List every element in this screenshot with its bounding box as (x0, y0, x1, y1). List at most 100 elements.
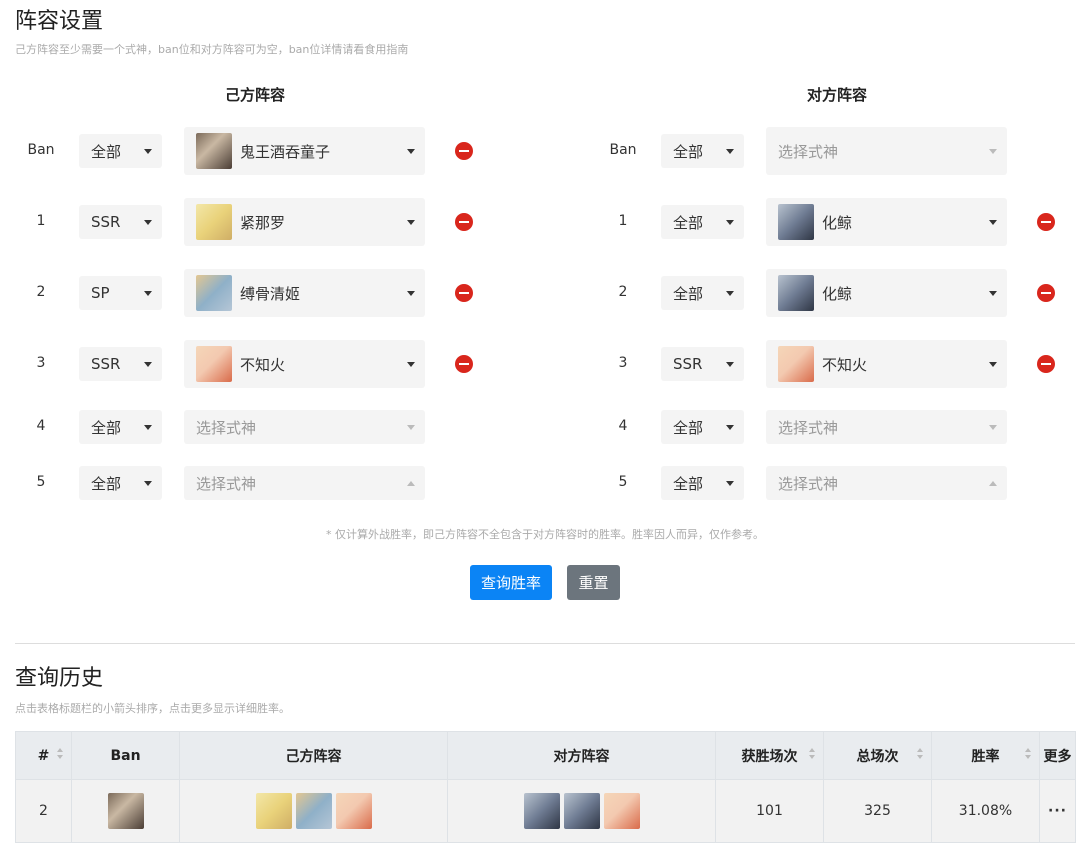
col-wins-label: 获胜场次 (741, 748, 798, 765)
huajing-avatar (523, 793, 560, 829)
chevron-down-icon (407, 149, 415, 154)
col-index-label: # (37, 747, 50, 764)
row-label: 3 (618, 355, 628, 371)
shikigami-select-value: 化鲸 (822, 284, 853, 303)
chevron-down-icon (407, 220, 415, 225)
row-label: 1 (618, 213, 628, 229)
rarity-select[interactable]: 全部 (661, 205, 744, 239)
kiyohime-avatar (196, 275, 232, 311)
rarity-select-value: SSR (91, 213, 121, 231)
chevron-down-icon (144, 291, 152, 296)
shikigami-select[interactable]: 化鲸 (766, 269, 1007, 317)
col-index[interactable]: # (15, 731, 72, 780)
rarity-select[interactable]: 全部 (661, 134, 744, 168)
chevron-down-icon (407, 291, 415, 296)
kiyohime-avatar (295, 793, 332, 829)
rarity-select-value: 全部 (673, 213, 704, 232)
remove-icon[interactable] (455, 284, 473, 302)
query-winrate-button[interactable]: 查询胜率 (470, 565, 552, 600)
shikigami-select[interactable]: 化鲸 (766, 198, 1007, 246)
shikigami-select-value: 化鲸 (822, 213, 853, 232)
rarity-select-value: SP (91, 284, 110, 302)
row-label: 5 (36, 474, 46, 490)
chevron-down-icon (726, 220, 734, 225)
rarity-select[interactable]: SSR (79, 205, 162, 239)
shikigami-select-value: 选择式神 (778, 474, 839, 493)
chevron-down-icon (726, 481, 734, 486)
shikigami-select[interactable]: 选择式神 (184, 410, 425, 444)
rarity-select[interactable]: SP (79, 276, 162, 310)
history-hint: 点击表格标题栏的小箭头排序，点击更多显示详细胜率。 (15, 702, 290, 715)
remove-icon[interactable] (1037, 284, 1055, 302)
rarity-select[interactable]: SSR (79, 347, 162, 381)
remove-icon[interactable] (1037, 213, 1055, 231)
chevron-down-icon (989, 362, 997, 367)
shikigami-select-value: 选择式神 (778, 418, 839, 437)
row-label: 4 (36, 418, 46, 434)
reset-button[interactable]: 重置 (567, 565, 620, 600)
huajing-avatar (778, 204, 814, 240)
cell-index: 2 (15, 779, 72, 843)
chevron-down-icon (144, 362, 152, 367)
shikigami-select[interactable]: 紧那罗 (184, 198, 425, 246)
remove-icon[interactable] (455, 142, 473, 160)
rarity-select[interactable]: 全部 (79, 134, 162, 168)
col-total[interactable]: 总场次 (823, 731, 932, 780)
chevron-down-icon (726, 291, 734, 296)
chevron-down-icon (989, 291, 997, 296)
row-label: Ban (609, 142, 637, 158)
col-rate-label: 胜率 (971, 748, 1000, 765)
shikigami-select[interactable]: 选择式神 (766, 466, 1007, 500)
cell-rate: 31.08% (931, 779, 1040, 843)
shikigami-select[interactable]: 鬼王酒吞童子 (184, 127, 425, 175)
col-wins[interactable]: 获胜场次 (715, 731, 824, 780)
rarity-select[interactable]: 全部 (661, 466, 744, 500)
section-divider (15, 643, 1075, 644)
chevron-down-icon (144, 220, 152, 225)
shikigami-select[interactable]: 不知火 (184, 340, 425, 388)
shikigami-select[interactable]: 不知火 (766, 340, 1007, 388)
own-lineup-header: 己方阵容 (224, 86, 285, 104)
chevron-down-icon (144, 425, 152, 430)
cell-own-lineup (179, 779, 448, 843)
shikigami-select[interactable]: 选择式神 (766, 127, 1007, 175)
shiranui-avatar (196, 346, 232, 382)
rarity-select[interactable]: 全部 (661, 410, 744, 444)
rarity-select-value: 全部 (673, 142, 704, 161)
col-ban: Ban (71, 731, 180, 780)
shuten-avatar (107, 793, 144, 829)
chevron-down-icon (144, 481, 152, 486)
chevron-down-icon (407, 362, 415, 367)
rarity-select[interactable]: 全部 (79, 410, 162, 444)
remove-icon[interactable] (455, 355, 473, 373)
remove-icon[interactable] (1037, 355, 1055, 373)
col-own-lineup: 己方阵容 (179, 731, 448, 780)
shikigami-select-value: 不知火 (822, 355, 868, 374)
shikigami-select[interactable]: 选择式神 (184, 466, 425, 500)
shikigami-select-value: 不知火 (240, 355, 286, 374)
shuten-avatar (196, 133, 232, 169)
footnote: * 仅计算外战胜率，即己方阵容不全包含于对方阵容时的胜率。胜率因人而异，仅作参考… (326, 528, 764, 541)
opp-lineup-header: 对方阵容 (806, 86, 867, 104)
more-icon[interactable]: ··· (1048, 803, 1067, 819)
row-label: 2 (618, 284, 628, 300)
col-opp-lineup: 对方阵容 (447, 731, 716, 780)
rarity-select-value: 全部 (91, 418, 122, 437)
chevron-down-icon (989, 220, 997, 225)
rarity-select[interactable]: 全部 (661, 276, 744, 310)
row-label: Ban (27, 142, 55, 158)
shikigami-select[interactable]: 选择式神 (766, 410, 1007, 444)
rarity-select[interactable]: SSR (661, 347, 744, 381)
table-row: 2 101 325 31.08% ··· (15, 779, 1076, 843)
remove-icon[interactable] (455, 213, 473, 231)
col-total-label: 总场次 (856, 748, 899, 765)
chevron-up-icon (989, 481, 997, 486)
col-rate[interactable]: 胜率 (931, 731, 1040, 780)
shikigami-select-value: 选择式神 (196, 474, 257, 493)
shikigami-select-value: 选择式神 (778, 142, 839, 161)
rarity-select[interactable]: 全部 (79, 466, 162, 500)
rarity-select-value: SSR (673, 355, 703, 373)
chevron-down-icon (407, 425, 415, 430)
shikigami-select[interactable]: 缚骨清姬 (184, 269, 425, 317)
cell-wins: 101 (715, 779, 824, 843)
